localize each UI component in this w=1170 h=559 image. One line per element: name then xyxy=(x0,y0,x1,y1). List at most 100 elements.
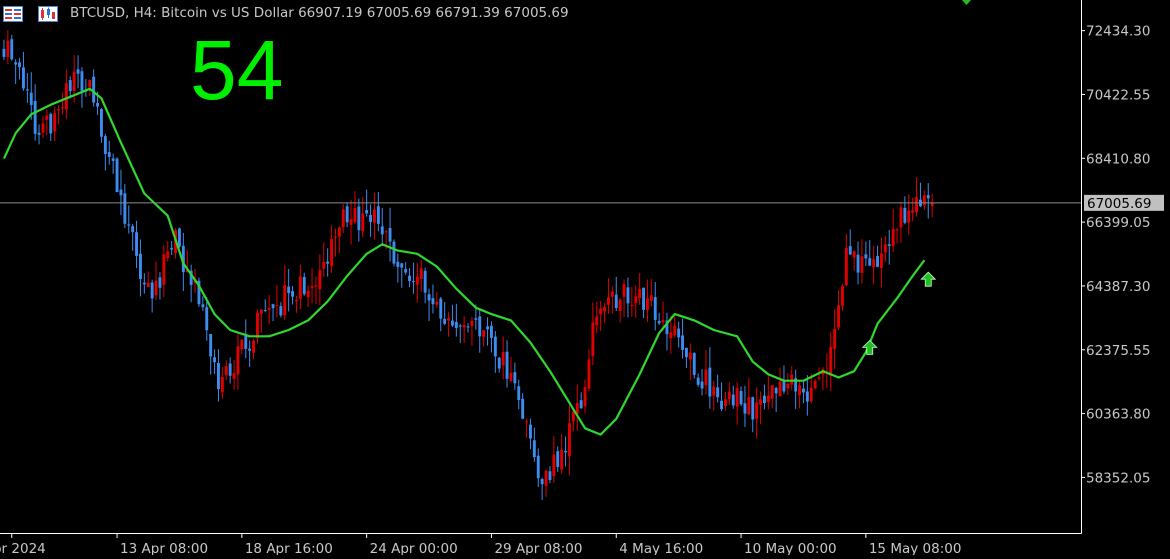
candle-body xyxy=(92,76,96,103)
candle-body xyxy=(895,229,899,231)
candle-body xyxy=(720,400,723,410)
market-watch-icon[interactable] xyxy=(3,6,23,22)
candle-body xyxy=(887,244,891,246)
candle-body xyxy=(501,352,505,366)
candle-body xyxy=(166,251,170,258)
candle-body xyxy=(22,67,25,89)
candle-body xyxy=(217,363,220,390)
candle-body xyxy=(579,400,583,409)
candle-body xyxy=(700,381,704,389)
candle-body xyxy=(224,366,228,376)
candle-body xyxy=(61,107,64,109)
time-tick-label: 4 May 16:00 xyxy=(619,541,703,555)
candle-body xyxy=(478,316,482,337)
candle-body xyxy=(669,332,673,339)
candle-body xyxy=(770,385,774,399)
candle-body xyxy=(778,381,782,397)
chart-type-icon[interactable] xyxy=(38,6,58,22)
candle-body xyxy=(470,320,474,327)
price-chart[interactable]: 72434.30 70422.55 68410.80 66399.05 64387.30… xyxy=(0,0,1170,557)
candle-body xyxy=(899,207,903,228)
moving-average-line xyxy=(3,87,926,436)
candle-body xyxy=(146,282,150,288)
candle-body xyxy=(548,471,552,480)
time-tick-label: 10 May 00:00 xyxy=(744,541,837,555)
candle-body xyxy=(751,397,755,420)
candle-body xyxy=(704,369,708,386)
candle-body xyxy=(396,261,400,267)
candle-body xyxy=(556,451,560,468)
candle-body xyxy=(903,207,907,223)
candle-body xyxy=(544,470,548,486)
time-tick-label: 29 Apr 08:00 xyxy=(494,541,582,555)
candle-body xyxy=(154,280,158,296)
candle-body xyxy=(263,310,267,312)
candle-body xyxy=(813,380,817,389)
candle-body xyxy=(829,346,833,376)
candle-body xyxy=(291,291,294,297)
candle-body xyxy=(447,318,450,321)
candle-body xyxy=(392,241,396,264)
time-tick-label: 18 Apr 16:00 xyxy=(245,541,333,555)
candle-body xyxy=(326,261,330,264)
candle-body xyxy=(283,284,287,316)
candle-body xyxy=(275,305,279,307)
candle-body xyxy=(724,399,727,406)
candle-body xyxy=(907,210,911,223)
candle-body xyxy=(76,69,80,74)
time-tick-label: Apr 2024 xyxy=(0,541,46,555)
candle-body xyxy=(376,206,380,224)
candle-body xyxy=(115,158,119,193)
candle-body xyxy=(692,353,696,375)
candle-body xyxy=(603,306,606,312)
candle-body xyxy=(466,326,470,328)
candle-body xyxy=(731,394,735,406)
price-tick-label: 68410.80 xyxy=(1086,151,1150,167)
candle-body xyxy=(517,386,521,400)
candle-body xyxy=(766,395,770,402)
candle-body xyxy=(2,48,6,57)
candle-body xyxy=(864,254,868,259)
time-tick-label: 15 May 08:00 xyxy=(869,541,962,555)
candle-body xyxy=(759,399,762,405)
candle-body xyxy=(373,209,376,223)
candle-body xyxy=(837,305,840,328)
candle-body xyxy=(10,39,14,60)
candle-body xyxy=(521,398,525,419)
candle-body xyxy=(696,377,700,385)
candle-body xyxy=(462,324,466,328)
candle-body xyxy=(454,321,458,329)
candle-body xyxy=(642,287,645,310)
candle-body xyxy=(868,258,872,266)
candle-body xyxy=(844,247,848,286)
candle-body xyxy=(685,347,688,358)
candle-body xyxy=(509,372,513,382)
candle-body xyxy=(353,207,357,223)
candle-body xyxy=(213,357,216,363)
candle-body xyxy=(178,228,181,247)
candle-body xyxy=(209,334,213,357)
candle-body xyxy=(107,152,111,157)
signal-arrow-icon xyxy=(962,0,971,5)
candle-body xyxy=(427,294,431,301)
candle-body xyxy=(482,330,486,337)
candle-body xyxy=(486,326,489,330)
candle-body xyxy=(150,282,154,299)
candle-body xyxy=(439,298,443,319)
candle-body xyxy=(860,256,864,273)
candle-body xyxy=(880,253,883,269)
candle-body xyxy=(614,294,618,309)
candle-body xyxy=(618,299,622,311)
signal-counter: 54 xyxy=(190,23,284,117)
candle-body xyxy=(365,210,369,214)
candle-body xyxy=(142,282,146,285)
candle-body xyxy=(735,388,739,407)
price-tick-label: 72434.30 xyxy=(1086,24,1150,40)
candle-body xyxy=(649,295,653,301)
candle-body xyxy=(587,359,591,389)
candle-body xyxy=(248,348,252,351)
chart-area[interactable]: 72434.30 70422.55 68410.80 66399.05 64387.30… xyxy=(0,0,1170,557)
candle-body xyxy=(318,270,322,290)
candle-body xyxy=(841,286,844,306)
candle-body xyxy=(205,307,209,331)
